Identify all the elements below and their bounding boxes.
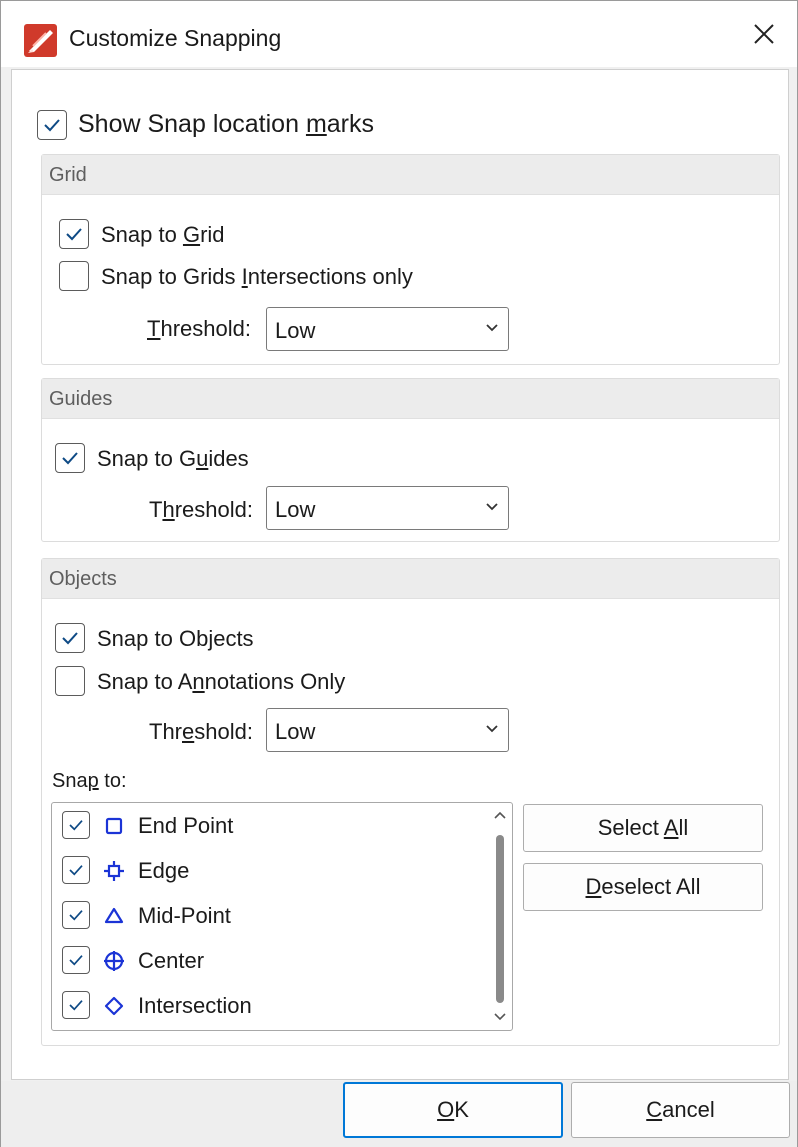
guides-threshold-select[interactable]: Low — [266, 486, 509, 530]
checkmark-icon — [69, 1000, 83, 1011]
checkmark-icon — [69, 865, 83, 876]
select-all-button[interactable]: Select All — [523, 804, 763, 852]
list-item-center[interactable]: Center — [52, 939, 487, 983]
guides-group-title: Guides — [49, 388, 113, 410]
guides-threshold-label: Threshold: — [149, 497, 253, 522]
objects-group-header: Objects — [42, 559, 779, 599]
edge-crosshair-icon — [104, 861, 124, 881]
list-item-mid-point[interactable]: Mid-Point — [52, 894, 487, 938]
circle-cross-icon — [104, 951, 124, 971]
snap-to-objects-label[interactable]: Snap to Objects — [97, 626, 254, 652]
grid-threshold-label: Threshold: — [147, 316, 251, 341]
list-scrollbar[interactable] — [488, 803, 512, 1030]
show-marks-checkbox[interactable] — [37, 110, 67, 140]
cancel-button[interactable]: Cancel — [571, 1082, 790, 1138]
scroll-up-icon[interactable] — [494, 811, 506, 819]
snap-to-guides-checkbox[interactable] — [55, 443, 85, 473]
objects-threshold-value: Low — [275, 719, 316, 744]
grid-threshold-select[interactable]: Low — [266, 307, 509, 351]
end-point-checkbox[interactable] — [62, 811, 90, 839]
triangle-icon — [104, 907, 124, 924]
ok-label: OK — [437, 1097, 469, 1122]
grid-threshold-value: Low — [275, 318, 316, 343]
guides-threshold-value: Low — [275, 497, 316, 522]
deselect-all-label: Deselect All — [585, 874, 701, 899]
center-label: Center — [138, 948, 205, 973]
mid-point-checkbox[interactable] — [62, 901, 90, 929]
snap-to-guides-label[interactable]: Snap to Guides — [97, 446, 249, 472]
snap-to-grid-label[interactable]: Snap to Grid — [101, 222, 225, 248]
checkmark-icon — [62, 632, 78, 645]
grid-group-header: Grid — [42, 155, 779, 195]
objects-threshold-label: Threshold: — [149, 719, 253, 744]
edge-checkbox[interactable] — [62, 856, 90, 884]
close-icon — [754, 24, 774, 44]
checkmark-icon — [69, 910, 83, 921]
list-item-end-point[interactable]: End Point — [52, 804, 487, 848]
guides-group: Guides Snap to Guides Threshold: Low — [41, 378, 780, 542]
chevron-down-icon — [486, 503, 498, 511]
close-button[interactable] — [731, 1, 797, 67]
annotations-only-checkbox[interactable] — [55, 666, 85, 696]
chevron-down-icon — [486, 725, 498, 733]
grid-group: Grid Snap to Grid Snap to Grids Intersec… — [41, 154, 780, 365]
guides-group-header: Guides — [42, 379, 779, 419]
scroll-down-icon[interactable] — [494, 1013, 506, 1021]
snap-to-list[interactable]: End Point Edge Mid-Point Center Intersec… — [51, 802, 513, 1031]
app-logo-icon — [24, 24, 57, 57]
dialog-content: Show Snap location marks Grid Snap to Gr… — [11, 69, 789, 1080]
list-item-intersection[interactable]: Intersection — [52, 984, 487, 1028]
scrollbar-thumb[interactable] — [496, 835, 504, 1003]
checkmark-icon — [69, 820, 83, 831]
edge-label: Edge — [138, 858, 190, 883]
deselect-all-button[interactable]: Deselect All — [523, 863, 763, 911]
intersection-label: Intersection — [138, 993, 252, 1018]
chevron-down-icon — [486, 324, 498, 332]
grid-group-title: Grid — [49, 164, 87, 186]
dialog-footer: OK Cancel — [1, 1081, 797, 1147]
annotations-only-label[interactable]: Snap to Annotations Only — [97, 669, 345, 695]
cancel-label: Cancel — [646, 1097, 715, 1122]
checkmark-icon — [44, 119, 60, 132]
square-icon — [105, 817, 123, 835]
checkmark-icon — [69, 955, 83, 966]
objects-threshold-select[interactable]: Low — [266, 708, 509, 752]
mid-point-label: Mid-Point — [138, 903, 231, 928]
center-checkbox[interactable] — [62, 946, 90, 974]
snap-to-objects-checkbox[interactable] — [55, 623, 85, 653]
checkmark-icon — [66, 228, 82, 241]
end-point-label: End Point — [138, 813, 234, 838]
diamond-icon — [104, 996, 124, 1016]
title-bar: Customize Snapping — [1, 1, 797, 67]
customize-snapping-dialog: Customize Snapping Show Snap location ma… — [0, 0, 798, 1147]
window-title: Customize Snapping — [69, 25, 282, 51]
grid-intersections-checkbox[interactable] — [59, 261, 89, 291]
checkmark-icon — [62, 452, 78, 465]
select-all-label: Select All — [597, 815, 689, 840]
snap-to-label: Snap to: — [52, 770, 127, 792]
show-marks-label[interactable]: Show Snap location marks — [78, 110, 374, 139]
ok-button[interactable]: OK — [343, 1082, 563, 1138]
objects-group-title: Objects — [49, 568, 117, 590]
list-item-edge[interactable]: Edge — [52, 849, 487, 893]
grid-intersections-label[interactable]: Snap to Grids Intersections only — [101, 264, 413, 290]
snap-to-grid-checkbox[interactable] — [59, 219, 89, 249]
intersection-checkbox[interactable] — [62, 991, 90, 1019]
